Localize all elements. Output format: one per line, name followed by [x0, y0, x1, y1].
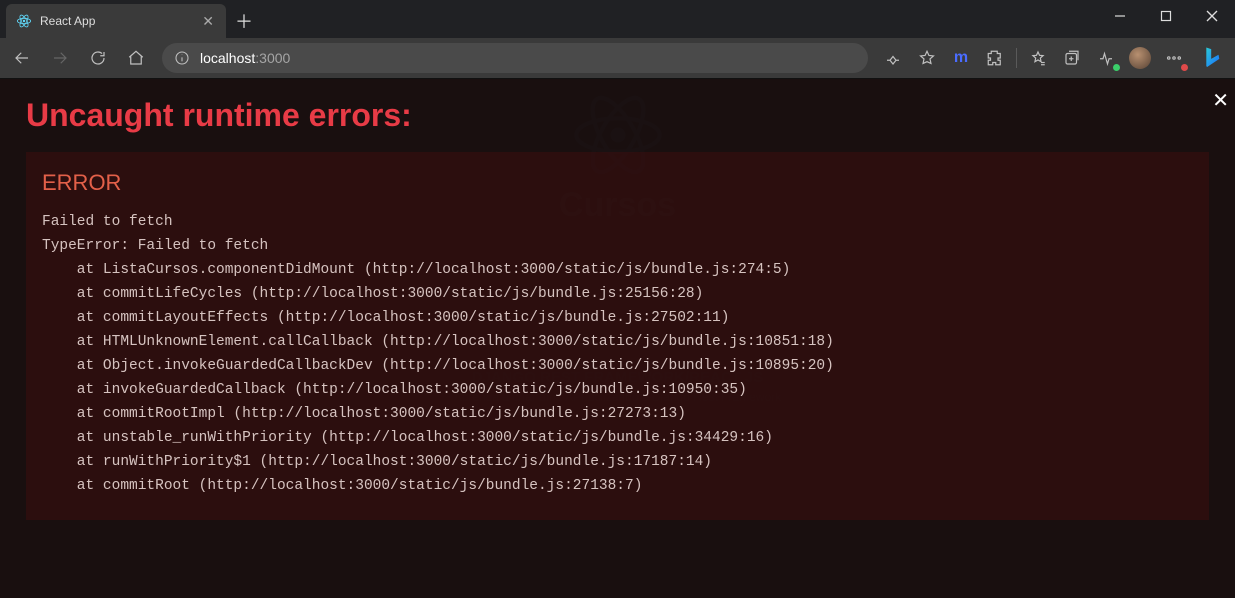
- tab-close-icon[interactable]: ✕: [200, 12, 216, 30]
- error-stack-trace: Failed to fetch TypeError: Failed to fet…: [42, 210, 1193, 498]
- address-url: localhost:3000: [200, 50, 290, 66]
- more-menu-button[interactable]: [1157, 42, 1191, 74]
- browser-tab-active[interactable]: React App ✕: [6, 4, 226, 38]
- error-overlay-title: Uncaught runtime errors:: [26, 97, 1235, 134]
- new-tab-button[interactable]: ＋: [228, 5, 260, 37]
- window-minimize-button[interactable]: [1097, 0, 1143, 32]
- site-info-icon[interactable]: [174, 50, 190, 66]
- toolbar-right: m: [876, 41, 1229, 75]
- extensions-icon[interactable]: [978, 42, 1012, 74]
- page-viewport: Cursos DJANGO REST FRAMEWORK/REACT JS Ap…: [0, 79, 1235, 598]
- browser-window: React App ✕ ＋ localhost:3000 m: [0, 0, 1235, 598]
- tab-title: React App: [40, 14, 192, 28]
- avatar-icon: [1129, 47, 1151, 69]
- error-label: ERROR: [42, 170, 1193, 196]
- window-maximize-button[interactable]: [1143, 0, 1189, 32]
- overlay-close-button[interactable]: ✕: [1208, 87, 1233, 115]
- collections-icon[interactable]: [1055, 42, 1089, 74]
- extension-m-icon[interactable]: m: [944, 42, 978, 74]
- toolbar-divider: [1016, 48, 1017, 68]
- favorites-list-icon[interactable]: [1021, 42, 1055, 74]
- react-favicon-icon: [16, 13, 32, 29]
- browser-toolbar: localhost:3000 m: [0, 38, 1235, 79]
- tab-strip: React App ✕ ＋: [0, 0, 260, 38]
- address-bar[interactable]: localhost:3000: [162, 43, 868, 73]
- nav-forward-button[interactable]: [42, 42, 78, 74]
- favorite-star-icon[interactable]: [910, 42, 944, 74]
- runtime-error-overlay: ✕ Uncaught runtime errors: ERROR Failed …: [0, 79, 1235, 598]
- profile-avatar[interactable]: [1123, 42, 1157, 74]
- error-box: ERROR Failed to fetch TypeError: Failed …: [26, 152, 1209, 520]
- window-controls: [1097, 0, 1235, 38]
- bing-chat-button[interactable]: [1195, 41, 1229, 75]
- read-aloud-icon[interactable]: [876, 42, 910, 74]
- titlebar: React App ✕ ＋: [0, 0, 1235, 38]
- window-close-button[interactable]: [1189, 0, 1235, 32]
- nav-home-button[interactable]: [118, 42, 154, 74]
- url-host: localhost: [200, 50, 255, 66]
- performance-icon[interactable]: [1089, 42, 1123, 74]
- nav-refresh-button[interactable]: [80, 42, 116, 74]
- nav-back-button[interactable]: [4, 42, 40, 74]
- url-port: :3000: [255, 50, 290, 66]
